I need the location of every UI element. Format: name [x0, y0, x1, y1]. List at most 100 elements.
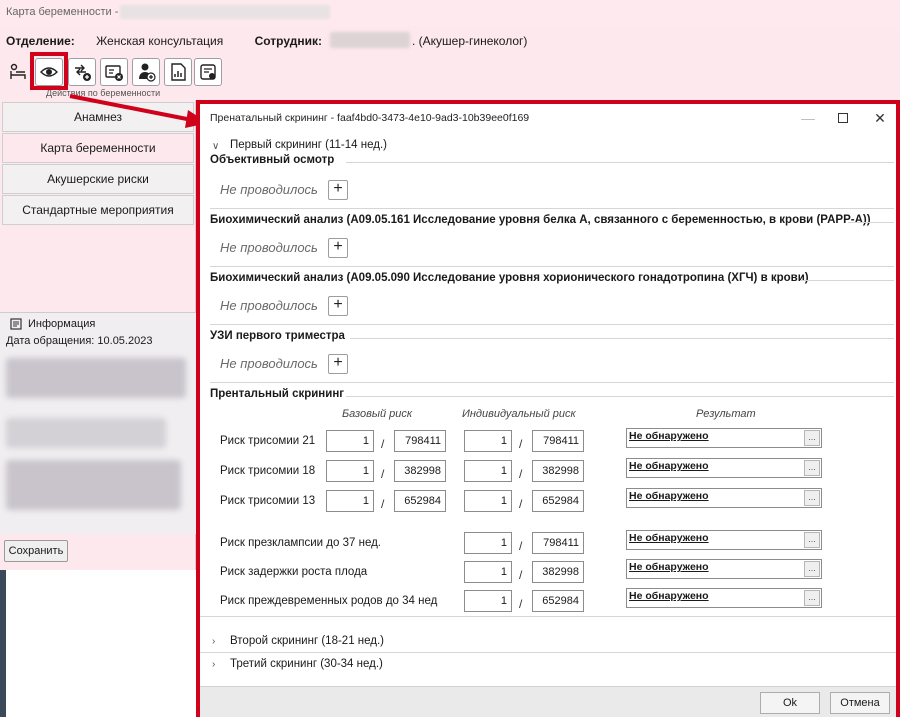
slash-separator: /	[519, 497, 523, 511]
third-screening-header[interactable]: Третий скрининг (30-34 нед.)	[230, 658, 383, 670]
status-not-done: Не проводилось	[220, 356, 318, 371]
result-browse-button[interactable]: ...	[804, 561, 820, 577]
individual-risk-numerator[interactable]: 1	[464, 490, 512, 512]
individual-risk-denominator[interactable]: 382998	[532, 561, 584, 583]
individual-risk-denominator[interactable]: 382998	[532, 460, 584, 482]
window-title-bar: Карта беременности -	[0, 0, 900, 26]
individual-risk-numerator[interactable]: 1	[464, 430, 512, 452]
group-title: УЗИ первого триместра	[210, 330, 345, 342]
maximize-icon	[838, 113, 848, 123]
individual-risk-numerator[interactable]: 1	[464, 460, 512, 482]
slash-separator: /	[519, 437, 523, 451]
base-risk-numerator[interactable]: 1	[326, 460, 374, 482]
card-remove-icon	[105, 65, 123, 81]
slash-separator: /	[519, 568, 523, 582]
plus-icon: +	[333, 354, 343, 371]
close-button[interactable]: ✕	[866, 108, 894, 128]
add-person-button[interactable]	[132, 58, 160, 86]
base-risk-denominator[interactable]: 798411	[394, 430, 446, 452]
maximize-button[interactable]	[829, 108, 857, 128]
slash-separator: /	[519, 467, 523, 481]
pointer-arrow	[69, 94, 208, 128]
base-risk-numerator[interactable]: 1	[326, 430, 374, 452]
save-button[interactable]: Сохранить	[4, 540, 68, 562]
add-button[interactable]: +	[328, 180, 348, 200]
chevron-right-icon[interactable]: ›	[212, 636, 215, 647]
info-date: Дата обращения: 10.05.2023	[6, 335, 153, 347]
chevron-right-icon[interactable]: ›	[212, 659, 215, 670]
divider	[210, 324, 894, 325]
slash-separator: /	[381, 437, 385, 451]
dialog-footer: Ok Отмена	[200, 686, 896, 717]
individual-risk-denominator[interactable]: 798411	[532, 430, 584, 452]
result-field[interactable]: Не обнаружено...	[626, 559, 822, 579]
info-document-icon	[10, 318, 22, 330]
individual-risk-denominator[interactable]: 652984	[532, 490, 584, 512]
card-remove-button[interactable]	[100, 58, 128, 86]
result-browse-button[interactable]: ...	[804, 532, 820, 548]
slash-separator: /	[381, 467, 385, 481]
risk-label: Риск трисомии 21	[220, 435, 316, 447]
result-field[interactable]: Не обнаружено...	[626, 428, 822, 448]
result-browse-button[interactable]: ...	[804, 490, 820, 506]
result-field[interactable]: Не обнаружено...	[626, 588, 822, 608]
result-field[interactable]: Не обнаружено...	[626, 458, 822, 478]
blurred-info-block	[6, 418, 166, 448]
slash-separator: /	[519, 539, 523, 553]
blurred-info-block	[6, 358, 186, 398]
report-button[interactable]	[164, 58, 192, 86]
ok-button[interactable]: Ok	[760, 692, 820, 714]
risk-label: Риск задержки роста плода	[220, 566, 368, 578]
transfer-add-button[interactable]	[68, 58, 96, 86]
blurred-patient-name	[120, 5, 330, 19]
individual-risk-numerator[interactable]: 1	[464, 561, 512, 583]
group-title: Биохимический анализ (A09.05.161 Исследо…	[210, 214, 871, 226]
chevron-down-icon[interactable]: ∨	[212, 141, 219, 152]
individual-risk-denominator[interactable]: 652984	[532, 590, 584, 612]
document-edit-button[interactable]	[194, 58, 222, 86]
nav-pregnancy-card[interactable]: Карта беременности	[2, 133, 194, 163]
info-header: Информация	[10, 318, 95, 330]
info-title: Информация	[28, 318, 96, 330]
window-title: Карта беременности -	[6, 6, 119, 18]
result-value: Не обнаружено	[629, 490, 709, 502]
document-edit-icon	[200, 64, 216, 80]
add-button[interactable]: +	[328, 296, 348, 316]
result-value: Не обнаружено	[629, 460, 709, 472]
minimize-button[interactable]: —	[794, 108, 822, 128]
prenatal-screening-dialog: Пренатальный скрининг - faaf4bd0-3473-4e…	[196, 100, 900, 717]
result-browse-button[interactable]: ...	[804, 590, 820, 606]
patient-bed-icon-button[interactable]	[4, 58, 32, 86]
first-screening-header[interactable]: Первый скрининг (11-14 нед.)	[230, 139, 387, 151]
result-browse-button[interactable]: ...	[804, 430, 820, 446]
result-field[interactable]: Не обнаружено...	[626, 530, 822, 550]
department-label: Отделение:	[6, 34, 75, 48]
employee-label: Сотрудник:	[254, 34, 322, 48]
divider	[210, 266, 894, 267]
individual-risk-numerator[interactable]: 1	[464, 590, 512, 612]
employee-role: . (Акушер-гинеколог)	[412, 34, 528, 48]
divider	[210, 208, 894, 209]
status-not-done: Не проводилось	[220, 240, 318, 255]
column-base-risk: Базовый риск	[342, 408, 413, 420]
cancel-button[interactable]: Отмена	[830, 692, 890, 714]
base-risk-denominator[interactable]: 382998	[394, 460, 446, 482]
second-screening-header[interactable]: Второй скрининг (18-21 нед.)	[230, 635, 384, 647]
individual-risk-denominator[interactable]: 798411	[532, 532, 584, 554]
divider	[848, 222, 894, 223]
add-button[interactable]: +	[328, 238, 348, 258]
group-title: Объективный осмотр	[210, 154, 335, 166]
base-risk-numerator[interactable]: 1	[326, 490, 374, 512]
nav-standard-measures[interactable]: Стандартные мероприятия	[2, 195, 194, 225]
status-not-done: Не проводилось	[220, 298, 318, 313]
add-button[interactable]: +	[328, 354, 348, 374]
risk-label: Риск преждевременных родов до 34 нед	[220, 595, 438, 607]
result-browse-button[interactable]: ...	[804, 460, 820, 476]
individual-risk-numerator[interactable]: 1	[464, 532, 512, 554]
result-field[interactable]: Не обнаружено...	[626, 488, 822, 508]
base-risk-denominator[interactable]: 652984	[394, 490, 446, 512]
divider	[210, 382, 894, 383]
nav-obstetric-risks[interactable]: Акушерские риски	[2, 164, 194, 194]
divider	[346, 162, 894, 163]
highlight-box	[30, 52, 68, 90]
